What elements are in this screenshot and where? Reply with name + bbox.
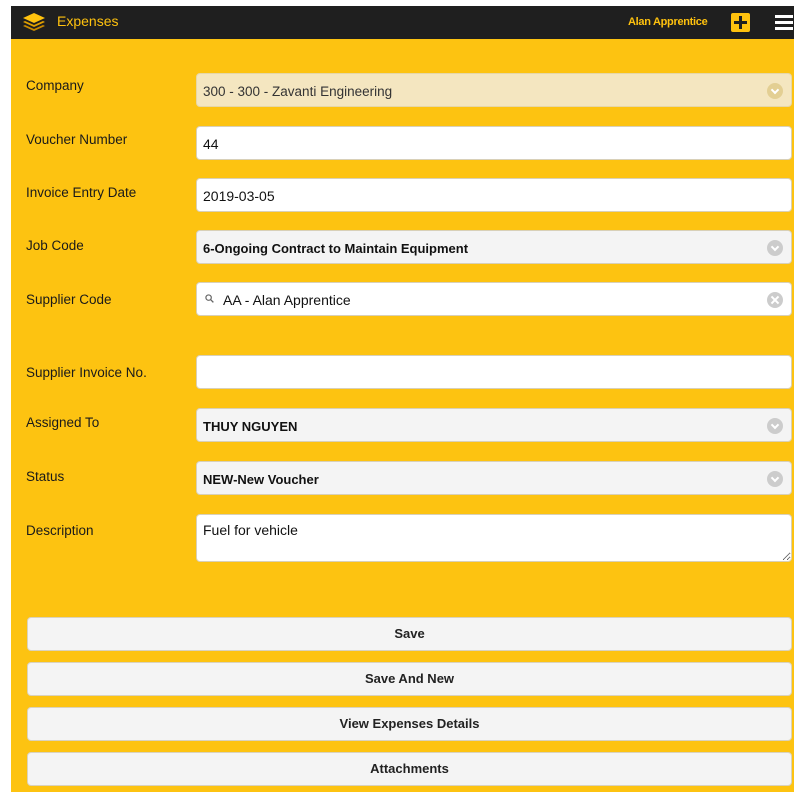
status-value: NEW-New Voucher	[203, 472, 319, 487]
job-code-label: Job Code	[26, 238, 84, 253]
app-container: Expenses Alan Apprentice Company 300 - 3…	[11, 6, 794, 792]
chevron-down-icon	[767, 418, 783, 434]
company-label: Company	[26, 78, 84, 93]
supplier-code-value: AA - Alan Apprentice	[223, 292, 351, 308]
company-value: 300 - 300 - Zavanti Engineering	[203, 84, 393, 99]
assigned-to-select[interactable]: THUY NGUYEN	[196, 408, 792, 442]
assigned-to-value: THUY NGUYEN	[203, 419, 298, 434]
job-code-value: 6-Ongoing Contract to Maintain Equipment	[203, 241, 469, 256]
supplier-code-label: Supplier Code	[26, 292, 112, 307]
description-label: Description	[26, 523, 94, 538]
hamburger-menu-icon[interactable]	[773, 14, 794, 32]
user-name[interactable]: Alan Apprentice	[628, 16, 708, 28]
chevron-down-icon	[767, 240, 783, 256]
view-expenses-details-button[interactable]: View Expenses Details	[27, 707, 792, 741]
voucher-number-input[interactable]: 44	[196, 126, 792, 160]
clear-icon[interactable]	[767, 292, 783, 308]
invoice-entry-date-input[interactable]: 2019-03-05	[196, 178, 792, 212]
save-button[interactable]: Save	[27, 617, 792, 651]
attachments-button[interactable]: Attachments	[27, 752, 792, 786]
status-select[interactable]: NEW-New Voucher	[196, 461, 792, 495]
job-code-select[interactable]: 6-Ongoing Contract to Maintain Equipment	[196, 230, 792, 264]
supplier-invoice-no-input[interactable]	[196, 355, 792, 389]
top-bar: Expenses Alan Apprentice	[11, 6, 794, 39]
chevron-down-icon	[767, 83, 783, 99]
save-and-new-button[interactable]: Save And New	[27, 662, 792, 696]
page-title: Expenses	[57, 13, 119, 29]
invoice-entry-date-value: 2019-03-05	[203, 188, 275, 204]
invoice-entry-date-label: Invoice Entry Date	[26, 185, 137, 200]
stack-layers-icon	[23, 13, 45, 31]
description-textarea[interactable]	[196, 514, 792, 562]
add-button[interactable]	[731, 13, 750, 32]
supplier-code-input[interactable]: AA - Alan Apprentice	[196, 282, 792, 316]
assigned-to-label: Assigned To	[26, 415, 100, 430]
voucher-number-label: Voucher Number	[26, 132, 128, 147]
status-label: Status	[26, 469, 65, 484]
supplier-invoice-no-label: Supplier Invoice No.	[26, 365, 147, 380]
search-icon	[205, 294, 214, 303]
company-select: 300 - 300 - Zavanti Engineering	[196, 73, 792, 107]
voucher-number-value: 44	[203, 136, 219, 152]
chevron-down-icon	[767, 471, 783, 487]
